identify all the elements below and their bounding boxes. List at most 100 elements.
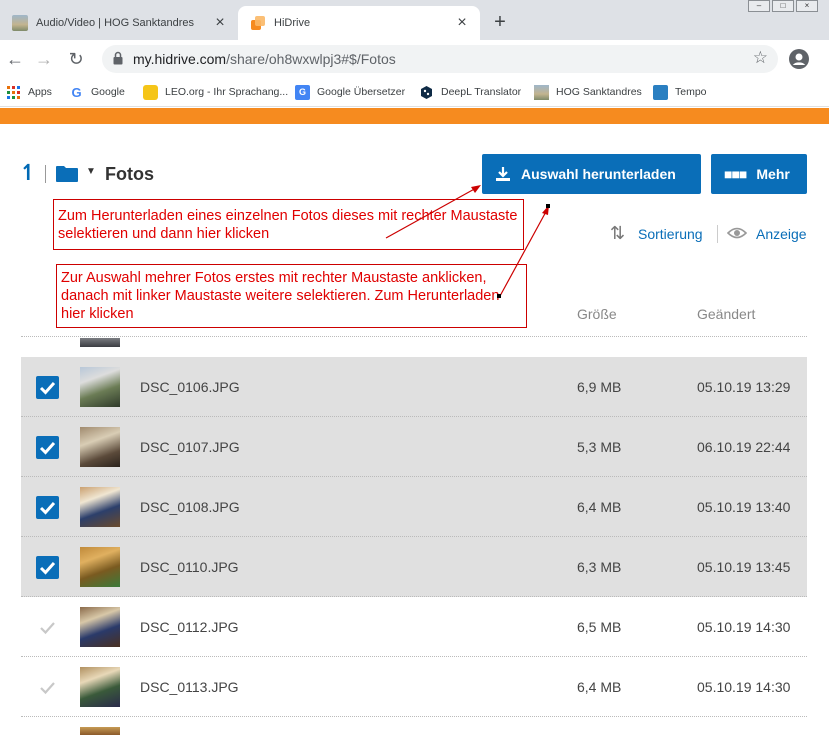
column-header-changed[interactable]: Geändert	[697, 306, 755, 322]
chevron-down-icon[interactable]: ▼	[86, 166, 96, 177]
file-changed-date: 06.10.19 22:44	[697, 439, 791, 455]
address-bar[interactable]: my.hidrive.com/share/oh8wxwlpj3#$/Fotos …	[102, 45, 778, 73]
file-row[interactable]: DSC_0107.JPG 5,3 MB 06.10.19 22:44	[21, 417, 807, 477]
window-controls: – □ ×	[748, 0, 829, 14]
header-divider	[21, 336, 807, 337]
tab-strip: Audio/Video | HOG Sanktandres × HiDrive …	[0, 0, 829, 40]
restore-icon[interactable]: □	[772, 0, 794, 12]
file-size: 6,5 MB	[577, 619, 622, 635]
back-arrow-icon[interactable]: ←	[4, 48, 26, 70]
checkmark-icon	[39, 561, 56, 575]
file-row[interactable]: DSC_0113.JPG 6,4 MB 05.10.19 14:30	[21, 657, 807, 717]
close-window-icon[interactable]: ×	[796, 0, 818, 12]
sort-icon[interactable]: ⇅	[610, 223, 625, 244]
divider	[717, 225, 718, 243]
file-row[interactable]: DSC_0108.JPG 6,4 MB 05.10.19 13:40	[21, 477, 807, 537]
divider	[45, 165, 46, 183]
checkbox-checked[interactable]	[36, 436, 59, 459]
checkmark-icon	[39, 381, 56, 395]
bookmark-deepl[interactable]: DeepL Translator	[419, 83, 521, 101]
bookmark-hog[interactable]: HOG Sanktandres	[534, 83, 642, 101]
folder-title: Fotos	[105, 164, 154, 184]
bookmark-label: Google	[91, 86, 125, 98]
photo-thumbnail[interactable]	[80, 367, 120, 407]
sort-link[interactable]: Sortierung	[638, 226, 703, 242]
photo-thumbnail	[80, 727, 120, 735]
checkbox-checked[interactable]	[36, 556, 59, 579]
arrowhead-icon	[542, 205, 549, 215]
tempo-icon	[653, 84, 668, 100]
checkbox-unchecked[interactable]	[36, 676, 59, 699]
bookmark-label: HOG Sanktandres	[556, 86, 642, 98]
close-tab-icon[interactable]: ×	[212, 15, 228, 31]
lock-icon	[113, 51, 123, 65]
checkmark-icon	[39, 501, 56, 515]
photo-thumbnail[interactable]	[80, 547, 120, 587]
bookmark-label: Tempo	[675, 86, 707, 98]
file-row[interactable]: DSC_0110.JPG 6,3 MB 05.10.19 13:45	[21, 537, 807, 597]
checkbox-unchecked[interactable]	[36, 616, 59, 639]
hog-favicon-icon	[534, 84, 549, 100]
bookmark-star-icon[interactable]: ☆	[753, 48, 768, 68]
checkbox-checked[interactable]	[36, 376, 59, 399]
tab-audio-video[interactable]: Audio/Video | HOG Sanktandres ×	[0, 6, 238, 40]
apps-grid-icon	[7, 85, 20, 99]
url-text: my.hidrive.com/share/oh8wxwlpj3#$/Fotos	[133, 51, 396, 67]
bookmark-label: LEO.org - Ihr Sprachang...	[165, 86, 289, 98]
file-name[interactable]: DSC_0108.JPG	[140, 499, 240, 515]
reload-icon[interactable]: ↻	[65, 48, 87, 70]
checkbox-checked[interactable]	[36, 496, 59, 519]
leo-lion-icon	[143, 84, 158, 100]
column-header-size[interactable]: Größe	[577, 306, 617, 322]
folder-icon[interactable]	[56, 165, 78, 182]
bookmark-label: Google Übersetzer	[317, 86, 406, 98]
bookmark-google-translate[interactable]: G Google Übersetzer	[295, 83, 405, 101]
bookmark-google[interactable]: G Google	[69, 83, 125, 101]
minimize-icon[interactable]: –	[748, 0, 770, 12]
file-name[interactable]: DSC_0110.JPG	[140, 559, 239, 575]
file-row[interactable]: DSC_0112.JPG 6,5 MB 05.10.19 14:30	[21, 597, 807, 657]
file-changed-date: 05.10.19 14:30	[697, 679, 791, 695]
eye-icon[interactable]	[727, 224, 747, 242]
photo-thumbnail[interactable]	[80, 427, 120, 467]
tab-hidrive[interactable]: HiDrive ×	[238, 6, 480, 40]
bookmark-leo[interactable]: LEO.org - Ihr Sprachang...	[143, 83, 288, 101]
file-changed-date: 05.10.19 13:45	[697, 559, 791, 575]
hog-favicon-icon	[12, 15, 28, 31]
more-button[interactable]: ■■■ Mehr	[711, 154, 807, 194]
file-size: 6,4 MB	[577, 499, 622, 515]
file-name[interactable]: DSC_0112.JPG	[140, 619, 239, 635]
arrowhead-icon	[471, 185, 481, 193]
url-path: /share/oh8wxwlpj3#$/Fotos	[226, 51, 396, 67]
file-size: 6,3 MB	[577, 559, 622, 575]
photo-thumbnail[interactable]	[80, 607, 120, 647]
file-name[interactable]: DSC_0113.JPG	[140, 679, 239, 695]
close-tab-icon[interactable]: ×	[454, 15, 470, 31]
forward-arrow-icon[interactable]: →	[33, 48, 55, 70]
file-name[interactable]: DSC_0106.JPG	[140, 379, 240, 395]
photo-thumbnail[interactable]	[80, 487, 120, 527]
file-row[interactable]: DSC_0106.JPG 6,9 MB 05.10.19 13:29	[21, 357, 807, 417]
download-selection-label: Auswahl herunterladen	[521, 166, 676, 182]
new-tab-button[interactable]: +	[486, 9, 514, 37]
bookmarks-bar: Apps G Google LEO.org - Ihr Sprachang...…	[0, 77, 829, 107]
bookmark-label: Apps	[28, 86, 52, 98]
up-level-icon[interactable]: ↿	[19, 160, 37, 186]
translate-icon: G	[295, 84, 310, 100]
view-link[interactable]: Anzeige	[756, 226, 807, 242]
hidrive-favicon-icon	[250, 15, 266, 31]
file-size: 5,3 MB	[577, 439, 622, 455]
bookmark-tempo[interactable]: Tempo	[653, 83, 707, 101]
profile-avatar-icon[interactable]	[789, 49, 809, 69]
checkmark-icon	[40, 682, 55, 695]
download-selection-button[interactable]: Auswahl herunterladen	[482, 154, 701, 194]
file-changed-date: 05.10.19 13:29	[697, 379, 791, 395]
bookmark-label: DeepL Translator	[441, 86, 522, 98]
download-icon	[496, 167, 510, 181]
photo-thumbnail[interactable]	[80, 667, 120, 707]
google-g-icon: G	[71, 84, 82, 100]
bookmark-apps[interactable]: Apps	[6, 83, 52, 101]
more-dots-icon: ■■■	[724, 166, 747, 182]
file-name[interactable]: DSC_0107.JPG	[140, 439, 240, 455]
checkmark-icon	[40, 622, 55, 635]
